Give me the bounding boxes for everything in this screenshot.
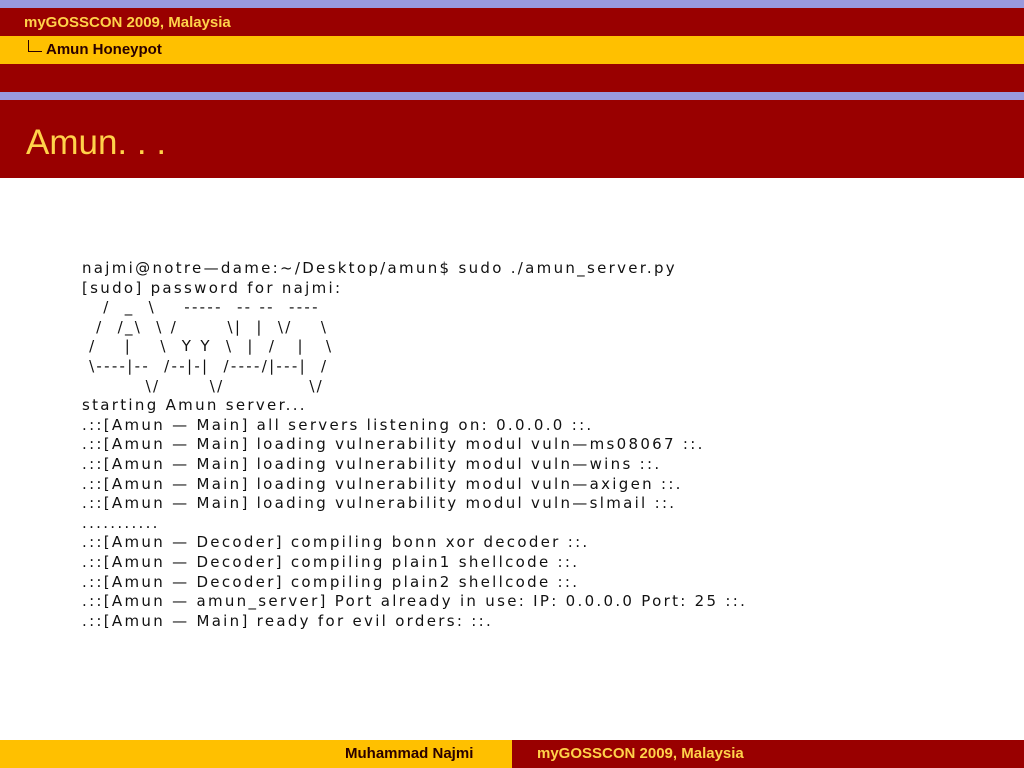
terminal-line: \----|-- /--|-| /----/|---| /: [82, 356, 329, 375]
terminal-line: \/ \/ \/: [82, 376, 325, 395]
terminal-line: .::[Amun — Decoder] compiling bonn xor d…: [82, 533, 590, 552]
terminal-output: najmi@notre—dame:~/Desktop/amun$ sudo ./…: [82, 259, 747, 631]
footer-event: myGOSSCON 2009, Malaysia: [537, 745, 744, 762]
terminal-line: / _ \ ----- -- -- ----: [82, 298, 320, 317]
terminal-line: .::[Amun — Decoder] compiling plain1 she…: [82, 552, 580, 571]
nav-section-link[interactable]: myGOSSCON 2009, Malaysia: [24, 13, 231, 33]
terminal-line: / | \ Y Y \ | / | \: [82, 337, 334, 356]
footer-author: Muhammad Najmi: [345, 745, 474, 762]
nav-subsection-label: Amun Honeypot: [46, 41, 162, 58]
terminal-line: .::[Amun — Main] loading vulnerability m…: [82, 474, 683, 493]
terminal-line: najmi@notre—dame:~/Desktop/amun$ sudo ./…: [82, 259, 677, 277]
frame-title: Amun. . .: [26, 123, 167, 162]
header-top-stripe: [0, 0, 1024, 8]
terminal-line: starting Amun server...: [82, 396, 307, 415]
terminal-line: .::[Amun — Main] ready for evil orders: …: [82, 611, 494, 630]
header-spacer-bar: [0, 64, 1024, 92]
header-divider-stripe: [0, 92, 1024, 100]
terminal-line: .::[Amun — amun_server] Port already in …: [82, 592, 748, 611]
terminal-line: .::[Amun — Main] loading vulnerability m…: [82, 435, 705, 454]
terminal-line: .::[Amun — Main] loading vulnerability m…: [82, 494, 677, 513]
terminal-line: ...........: [82, 513, 160, 532]
terminal-line: / /_\ \ / \| | \/ \: [82, 317, 329, 336]
terminal-line: [sudo] password for najmi:: [82, 278, 343, 297]
tree-branch-icon: [28, 39, 42, 52]
nav-subsection-link[interactable]: Amun Honeypot: [28, 39, 162, 60]
terminal-line: .::[Amun — Decoder] compiling plain2 she…: [82, 572, 580, 591]
terminal-line: .::[Amun — Main] loading vulnerability m…: [82, 454, 662, 473]
terminal-line: .::[Amun — Main] all servers listening o…: [82, 415, 594, 434]
